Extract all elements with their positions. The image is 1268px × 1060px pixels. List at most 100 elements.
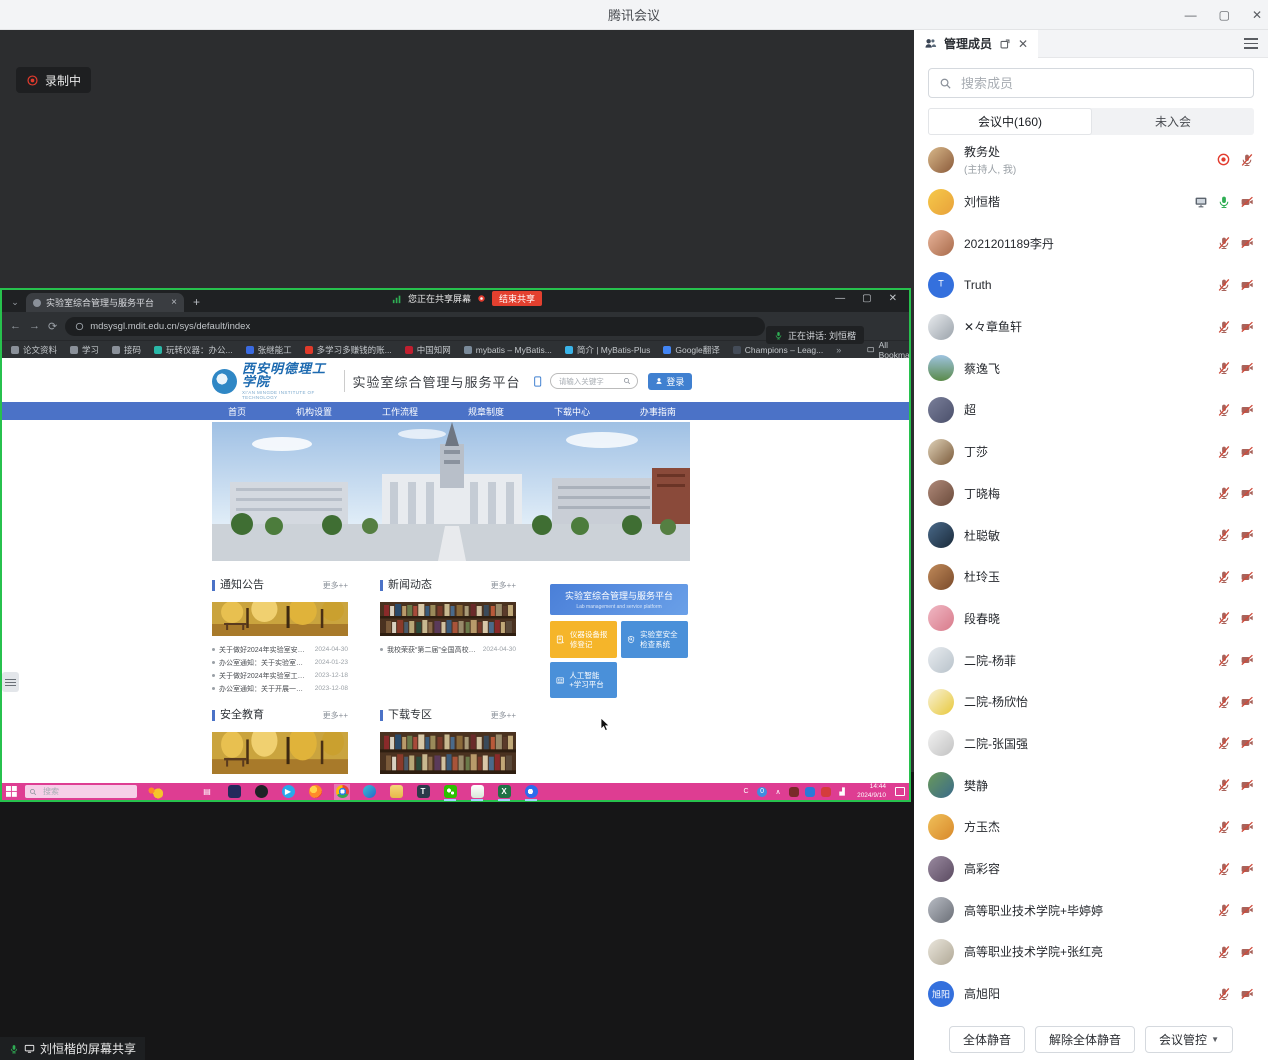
camera-off-icon[interactable]: [1240, 236, 1254, 250]
mic-muted-icon[interactable]: [1217, 736, 1231, 750]
safety-check-tile[interactable]: 实验室安全检查系统: [621, 621, 688, 658]
mic-muted-icon[interactable]: [1217, 403, 1231, 417]
bookmark-item[interactable]: 多学习多赚钱的账...: [305, 344, 392, 356]
mic-muted-icon[interactable]: [1217, 528, 1231, 542]
news-item[interactable]: 我校荣获“第二届”全国高校实验室安... 2024-04-30: [380, 643, 516, 656]
member-row[interactable]: 高等职业技术学院+张红亮: [928, 931, 1254, 973]
mic-muted-icon[interactable]: [1240, 153, 1254, 167]
taskbar-search-box[interactable]: [25, 785, 137, 798]
popout-icon[interactable]: [999, 38, 1011, 50]
member-row[interactable]: 段春晓: [928, 598, 1254, 640]
taskbar-app-icon[interactable]: ▤: [201, 785, 214, 798]
tab-search-chevron-icon[interactable]: ⌄: [6, 294, 24, 310]
mic-muted-icon[interactable]: [1217, 945, 1231, 959]
taskbar-app[interactable]: [523, 784, 539, 800]
close-button[interactable]: ✕: [1252, 9, 1262, 21]
camera-off-icon[interactable]: [1240, 611, 1254, 625]
taskbar-app-icon[interactable]: X: [498, 785, 511, 798]
camera-off-icon[interactable]: [1240, 945, 1254, 959]
stop-share-button[interactable]: 结束共享: [492, 291, 542, 306]
camera-off-icon[interactable]: [1240, 361, 1254, 375]
bookmark-item[interactable]: 中国知网: [405, 344, 451, 356]
bookmark-item[interactable]: 简介 | MyBatis-Plus: [565, 344, 651, 356]
taskbar-app-icon[interactable]: T: [417, 785, 430, 798]
camera-off-icon[interactable]: [1240, 486, 1254, 500]
notice-more-link[interactable]: 更多++: [323, 580, 348, 591]
camera-off-icon[interactable]: [1240, 903, 1254, 917]
tab-not-joined[interactable]: 未入会: [1092, 108, 1254, 135]
nav-item[interactable]: 工作流程: [382, 405, 418, 418]
panel-close-icon[interactable]: ✕: [1018, 37, 1028, 51]
bookmark-item[interactable]: 接码: [112, 344, 141, 356]
taskbar-app[interactable]: [469, 784, 485, 800]
taskbar-clock[interactable]: 14:44 2024/9/10: [857, 783, 886, 799]
panel-tab-members[interactable]: 管理成员 ✕: [914, 30, 1038, 58]
mic-muted-icon[interactable]: [1217, 611, 1231, 625]
mic-muted-icon[interactable]: [1217, 486, 1231, 500]
mic-muted-icon[interactable]: [1217, 987, 1231, 1001]
mic-muted-icon[interactable]: [1217, 236, 1231, 250]
weather-widget-icon[interactable]: [145, 785, 167, 799]
camera-off-icon[interactable]: [1240, 653, 1254, 667]
address-bar[interactable]: mdsysgl.mdit.edu.cn/sys/default/index: [65, 317, 765, 336]
taskbar-app-icon[interactable]: [228, 785, 241, 798]
bookmark-item[interactable]: 玩转仪器：办公...: [154, 344, 233, 356]
mute-all-button[interactable]: 全体静音: [949, 1026, 1025, 1053]
taskbar-app[interactable]: [334, 784, 350, 800]
camera-off-icon[interactable]: [1240, 528, 1254, 542]
all-bookmarks-button[interactable]: All Bookmarks: [867, 340, 909, 358]
camera-off-icon[interactable]: [1240, 695, 1254, 709]
nav-item[interactable]: 首页: [228, 405, 246, 418]
page-side-handle[interactable]: [2, 672, 19, 692]
taskbar-app-icon[interactable]: [444, 785, 457, 798]
unmute-all-button[interactable]: 解除全体静音: [1035, 1026, 1135, 1053]
member-row[interactable]: 方玉杰: [928, 806, 1254, 848]
back-button[interactable]: ←: [10, 320, 21, 332]
camera-off-icon[interactable]: [1240, 862, 1254, 876]
mic-muted-icon[interactable]: [1217, 903, 1231, 917]
new-tab-button[interactable]: +: [193, 295, 200, 309]
taskbar-app-icon[interactable]: [336, 785, 349, 798]
nav-item[interactable]: 机构设置: [296, 405, 332, 418]
mic-muted-icon[interactable]: [1217, 862, 1231, 876]
member-row[interactable]: 丁晓梅: [928, 473, 1254, 515]
search-icon[interactable]: [623, 377, 631, 385]
taskbar-app[interactable]: [226, 784, 242, 800]
camera-off-icon[interactable]: [1240, 820, 1254, 834]
member-row[interactable]: 教务处 (主持人, 我): [928, 139, 1254, 181]
taskbar-app[interactable]: [307, 784, 323, 800]
taskbar-app[interactable]: X: [496, 784, 512, 800]
camera-off-icon[interactable]: [1240, 403, 1254, 417]
safety-more-link[interactable]: 更多++: [323, 710, 348, 721]
mic-muted-icon[interactable]: [1217, 278, 1231, 292]
forward-button[interactable]: →: [29, 320, 40, 332]
nav-item[interactable]: 下载中心: [554, 405, 590, 418]
taskbar-app-icon[interactable]: [390, 785, 403, 798]
member-row[interactable]: 蔡逸飞: [928, 347, 1254, 389]
bookmarks-overflow-icon[interactable]: »: [836, 345, 841, 355]
panel-menu-icon[interactable]: [1244, 38, 1258, 49]
member-row[interactable]: 杜聪敏: [928, 514, 1254, 556]
member-row[interactable]: 超: [928, 389, 1254, 431]
taskbar-app-icon[interactable]: ▶: [282, 785, 295, 798]
browser-tab[interactable]: 实验室综合管理与服务平台 ×: [26, 293, 184, 312]
bookmark-item[interactable]: Champions – Leag...: [733, 345, 823, 355]
notice-item[interactable]: 办公室通知：关于开展一年一度实... 2023-12-08: [212, 682, 348, 695]
mic-muted-icon[interactable]: [1217, 695, 1231, 709]
taskbar-app[interactable]: [253, 784, 269, 800]
camera-off-icon[interactable]: [1240, 445, 1254, 459]
taskbar-app[interactable]: ▶: [280, 784, 296, 800]
taskbar-app-icon[interactable]: [255, 785, 268, 798]
mic-muted-icon[interactable]: [1217, 778, 1231, 792]
minimize-button[interactable]: —: [1185, 9, 1197, 21]
download-more-link[interactable]: 更多++: [491, 710, 516, 721]
member-row[interactable]: T Truth: [928, 264, 1254, 306]
camera-off-icon[interactable]: [1240, 736, 1254, 750]
browser-minimize-button[interactable]: —: [835, 293, 845, 304]
camera-off-icon[interactable]: [1240, 320, 1254, 334]
bookmark-item[interactable]: 张继能工: [246, 344, 292, 356]
start-button[interactable]: [6, 786, 17, 797]
taskbar-app[interactable]: [361, 784, 377, 800]
tray-icon[interactable]: C: [741, 787, 751, 797]
taskbar-search-input[interactable]: [41, 786, 121, 797]
